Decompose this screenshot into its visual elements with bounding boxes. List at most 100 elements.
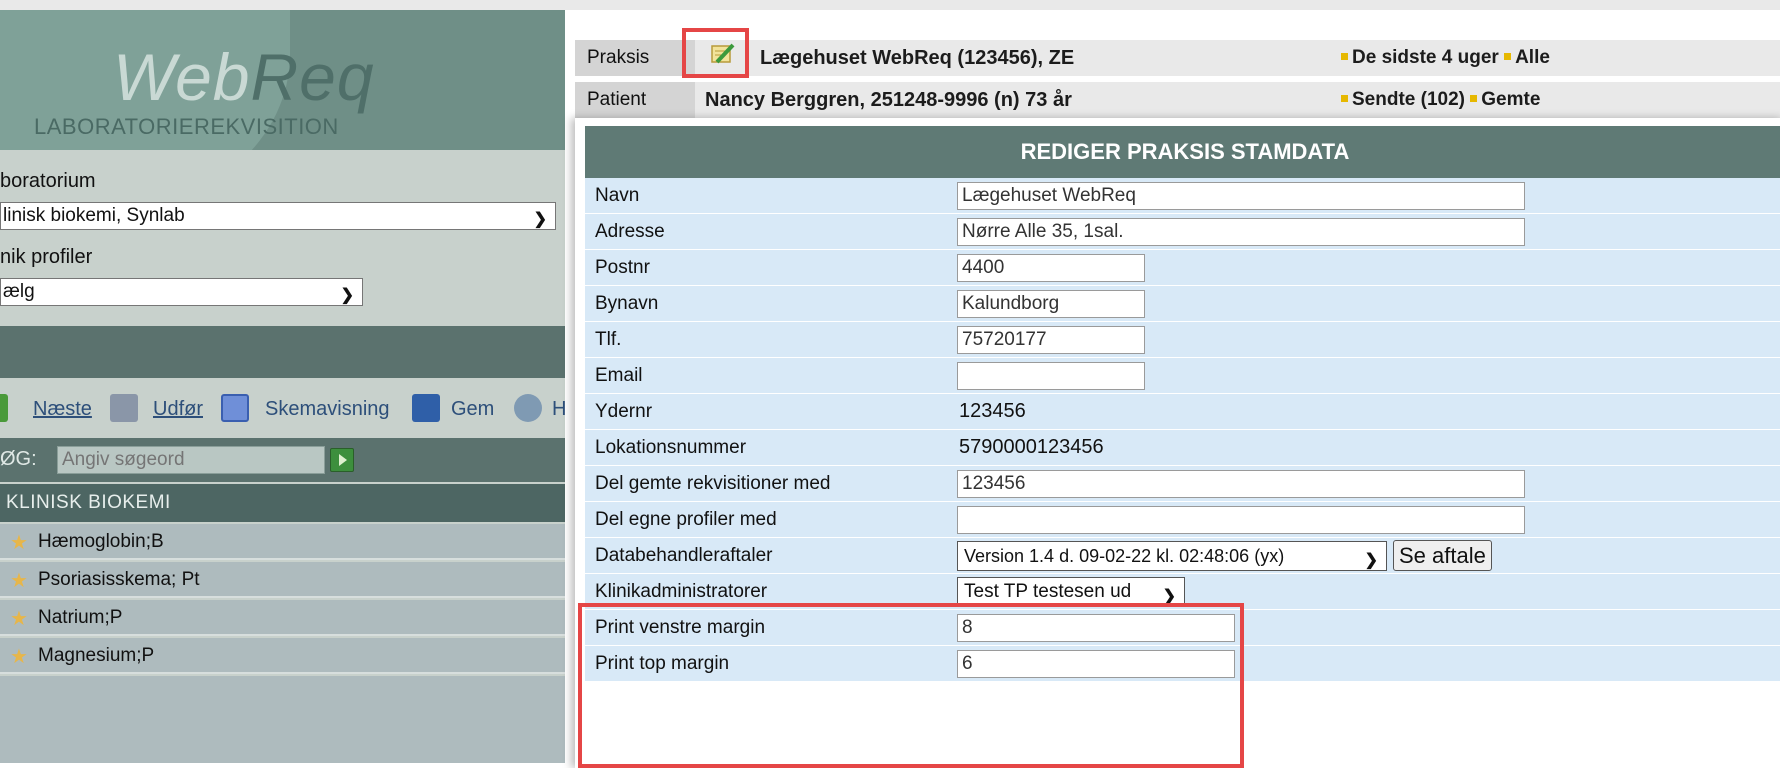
se-aftale-button[interactable]: Se aftale [1393,540,1492,571]
laboratorium-selected-value: linisk biokemi, Synlab [3,205,185,226]
laboratorium-select[interactable]: linisk biokemi, Synlab ❯ [0,202,556,230]
sent-link[interactable]: Sendte (102) Gemte [1341,82,1540,118]
field-label: Tlf. [595,329,622,350]
bullet-icon [1470,94,1478,102]
postnr-input[interactable]: 4400 [957,254,1145,282]
bullet-icon [1504,52,1512,60]
del-profiler-input[interactable] [957,506,1525,534]
star-icon[interactable]: ★ [10,644,28,669]
lokationsnummer-value: 5790000123456 [959,436,1104,458]
saved-label[interactable]: Gemte [1481,89,1540,110]
table-icon[interactable] [221,394,249,422]
field-label: Bynavn [595,293,659,314]
test-item[interactable]: ★ Magnesium;P [0,638,565,674]
adresse-input[interactable]: Nørre Alle 35, 1sal. [957,218,1525,246]
field-row-bynavn: Bynavn Kalundborg [585,286,1780,321]
field-label: Email [595,365,643,386]
all-filter-label[interactable]: Alle [1515,47,1550,68]
field-label: Navn [595,185,640,206]
databehandleraftaler-selected: Version 1.4 d. 09-02-22 kl. 02:48:06 (yx… [964,546,1285,566]
action-toolbar: Næste Udfør Skemavisning Gem H [0,392,565,432]
field-row-adresse: Adresse Nørre Alle 35, 1sal. [585,214,1780,249]
field-label: Adresse [595,221,665,242]
recent-filter-link[interactable]: De sidste 4 uger Alle [1341,40,1550,76]
field-label: Del gemte rekvisitioner med [595,473,831,494]
field-label: Ydernr [595,401,653,422]
sidebar: WebReq LABORATORIEREKVISITION boratorium… [0,10,565,763]
test-name: Psoriasisskema; Pt [38,569,200,590]
field-row-del-gemte: Del gemte rekvisitioner med 123456 [585,466,1780,501]
field-row-del-profiler: Del egne profiler med [585,502,1780,537]
field-row-lokationsnummer: Lokationsnummer 5790000123456 [585,430,1780,465]
test-name: Magnesium;P [38,645,155,666]
field-row-databehandleraftaler: Databehandleraftaler Version 1.4 d. 09-0… [585,538,1780,573]
checkmark-icon[interactable] [110,394,138,422]
test-name: Hæmoglobin;B [38,531,164,552]
field-row-tlf: Tlf. 75720177 [585,322,1780,357]
test-item[interactable]: ★ Hæmoglobin;B [0,524,565,560]
praksis-value[interactable]: Lægehuset WebReq (123456), ZE [760,40,1074,76]
next-arrow-icon[interactable] [0,394,8,422]
email-input[interactable] [957,362,1145,390]
sent-label: Sendte (102) [1352,89,1465,110]
test-name: Natrium;P [38,607,123,628]
webreq-logo: WebReq LABORATORIEREKVISITION [0,10,565,150]
patient-value[interactable]: Nancy Berggren, 251248-9996 (n) 73 år [705,82,1072,118]
execute-button[interactable]: Udfør [153,398,203,421]
star-icon[interactable]: ★ [10,606,28,631]
chevron-down-icon: ❯ [340,287,354,304]
test-item[interactable]: ★ Psoriasisskema; Pt [0,562,565,598]
search-bar: ØG: [0,438,565,482]
category-header: KLINISK BIOKEMI [0,484,565,522]
field-label: Lokationsnummer [595,437,747,458]
search-go-icon[interactable] [330,448,354,472]
field-row-ydernr: Ydernr 123456 [585,394,1780,429]
edit-icon-highlight [682,28,749,78]
recent-filter-label: De sidste 4 uger [1352,47,1499,68]
field-label: Del egne profiler med [595,509,777,530]
save-button[interactable]: Gem [451,398,494,421]
field-row-postnr: Postnr 4400 [585,250,1780,285]
field-label: Databehandleraftaler [595,545,773,566]
search-input[interactable] [57,446,325,474]
schema-view-button[interactable]: Skemavisning [265,398,390,421]
category-label: KLINISK BIOKEMI [6,492,171,513]
praksis-row: Praksis Lægehuset WebReq (123456), ZE De… [575,40,1780,76]
print-margin-highlight [578,603,1244,768]
field-label: Postnr [595,257,650,278]
tlf-input[interactable]: 75720177 [957,326,1145,354]
bynavn-input[interactable]: Kalundborg [957,290,1145,318]
laboratorium-label: boratorium [0,170,96,192]
bullet-icon [1341,94,1348,102]
logo-text: WebReq [113,44,375,110]
databehandleraftaler-select[interactable]: Version 1.4 d. 09-02-22 kl. 02:48:06 (yx… [957,541,1387,571]
profiler-selected-value: ælg [3,281,35,302]
test-item[interactable]: ★ Natrium;P [0,600,565,636]
next-button[interactable]: Næste [33,398,92,421]
extra-toolbar-button[interactable]: H [552,398,565,421]
sidebar-divider-bar [0,326,565,378]
patient-row: Patient Nancy Berggren, 251248-9996 (n) … [575,82,1780,118]
logo-word-req: Req [250,40,375,114]
test-list-filler [0,676,565,763]
chevron-down-icon: ❯ [1364,552,1378,569]
navn-input[interactable]: Lægehuset WebReq [957,182,1525,210]
star-icon[interactable]: ★ [10,568,28,593]
logo-word-web: Web [113,40,251,114]
top-band [0,0,1780,10]
klinikadministratorer-selected: Test TP testesen ud [964,581,1132,602]
profiler-select[interactable]: ælg ❯ [0,278,363,306]
logo-subtitle: LABORATORIEREKVISITION [34,114,339,139]
star-icon[interactable]: ★ [10,530,28,555]
praksis-label: Praksis [575,40,695,76]
field-row-navn: Navn Lægehuset WebReq [585,178,1780,213]
field-row-email: Email [585,358,1780,393]
ydernr-value: 123456 [959,400,1026,422]
bullet-icon [1341,52,1348,60]
del-gemte-input[interactable]: 123456 [957,470,1525,498]
save-disk-icon[interactable] [412,394,440,422]
chevron-down-icon: ❯ [533,211,547,228]
patient-label: Patient [575,82,695,118]
search-label: ØG: [0,448,37,470]
user-help-icon[interactable] [514,394,542,422]
